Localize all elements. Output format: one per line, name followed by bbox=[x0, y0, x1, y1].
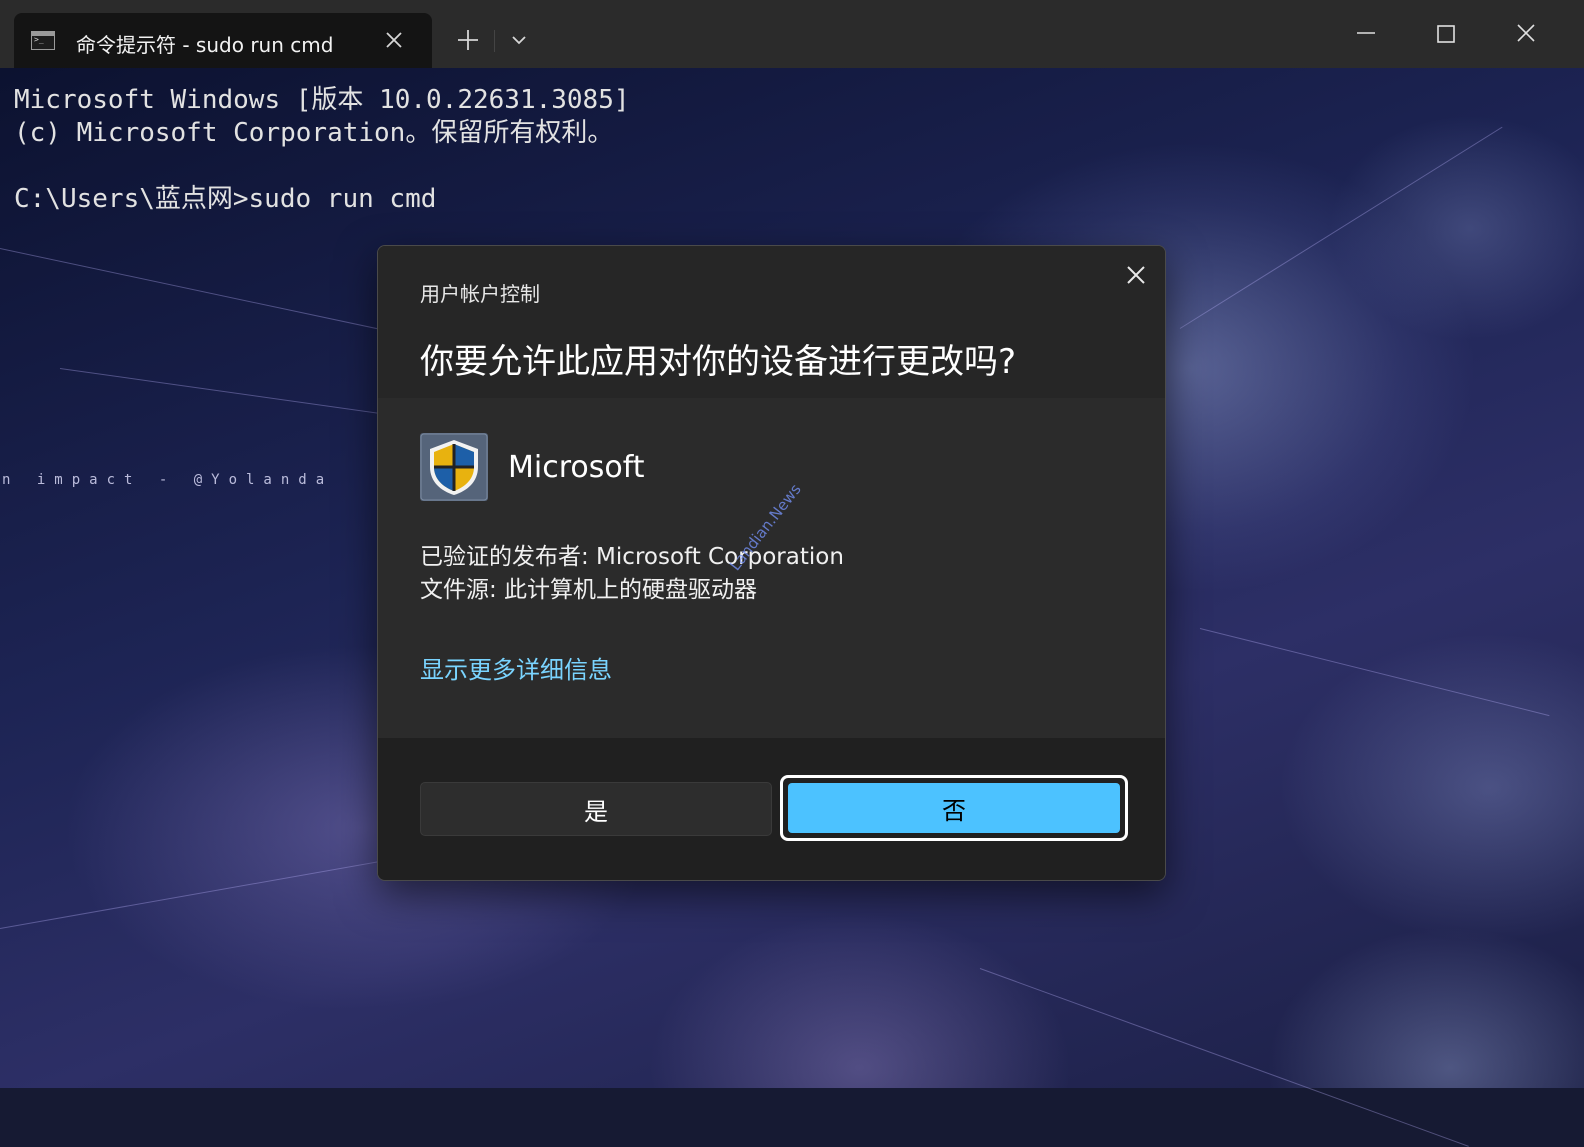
minimize-button[interactable] bbox=[1346, 20, 1386, 48]
wallpaper-signature: n impact - @Yolanda bbox=[2, 472, 334, 488]
chevron-down-icon[interactable] bbox=[506, 28, 532, 52]
dialog-header: 用户帐户控制 你要允许此应用对你的设备进行更改吗? bbox=[378, 246, 1165, 398]
tab-separator bbox=[494, 30, 495, 52]
no-button[interactable]: 否 bbox=[788, 783, 1120, 833]
show-more-details-link[interactable]: 显示更多详细信息 bbox=[420, 650, 612, 685]
app-name: Microsoft bbox=[508, 450, 645, 485]
new-tab-icon[interactable] bbox=[454, 26, 482, 54]
console-line: (c) Microsoft Corporation。保留所有权利。 bbox=[14, 118, 614, 148]
maximize-button[interactable] bbox=[1426, 20, 1466, 48]
shield-icon bbox=[420, 433, 488, 501]
console-line: C:\Users\蓝点网>sudo run cmd bbox=[14, 184, 437, 214]
dialog-question: 你要允许此应用对你的设备进行更改吗? bbox=[420, 342, 1017, 382]
wallpaper-streak bbox=[979, 968, 1469, 1147]
wallpaper-streak bbox=[1179, 126, 1503, 329]
uac-dialog: 用户帐户控制 你要允许此应用对你的设备进行更改吗? Microsoft 已验证的… bbox=[377, 245, 1166, 881]
close-window-button[interactable] bbox=[1506, 20, 1546, 48]
wallpaper-streak bbox=[1199, 628, 1550, 717]
terminal-titlebar: 命令提示符 - sudo run cmd bbox=[0, 0, 1584, 68]
yes-button[interactable]: 是 bbox=[420, 782, 772, 836]
verified-publisher: 已验证的发布者: Microsoft Corporation bbox=[420, 544, 844, 570]
command-prompt-icon bbox=[31, 31, 55, 50]
tab-close-icon[interactable] bbox=[382, 28, 406, 52]
console-line: Microsoft Windows [版本 10.0.22631.3085] bbox=[14, 85, 630, 115]
no-button-focus-ring: 否 bbox=[780, 775, 1128, 841]
dialog-label: 用户帐户控制 bbox=[420, 282, 540, 306]
file-origin: 文件源: 此计算机上的硬盘驱动器 bbox=[420, 577, 758, 603]
dialog-close-icon[interactable] bbox=[1123, 262, 1149, 288]
dialog-body: Microsoft 已验证的发布者: Microsoft Corporation… bbox=[378, 398, 1165, 738]
tab-command-prompt[interactable]: 命令提示符 - sudo run cmd bbox=[14, 13, 432, 68]
console-output[interactable]: Microsoft Windows [版本 10.0.22631.3085] (c… bbox=[14, 84, 630, 216]
dialog-footer: 是 否 bbox=[378, 738, 1165, 880]
tab-title: 命令提示符 - sudo run cmd bbox=[76, 33, 334, 57]
